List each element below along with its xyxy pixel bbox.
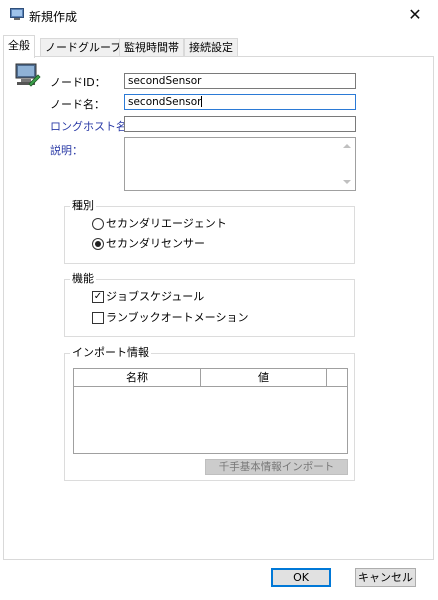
column-header-name[interactable]: 名称	[74, 369, 201, 387]
close-button[interactable]: ✕	[392, 0, 438, 30]
tab-node-group[interactable]: ノードグループ	[40, 38, 127, 57]
node-name-value: secondSensor	[128, 96, 202, 108]
column-header-value[interactable]: 値	[201, 369, 327, 387]
type-group: 種別 セカンダリエージェント セカンダリセンサー	[64, 199, 355, 264]
description-textarea[interactable]	[124, 137, 356, 191]
import-info-group-title: インポート情報	[70, 346, 151, 360]
column-header-filler	[327, 369, 347, 387]
type-group-title: 種別	[70, 199, 96, 213]
long-host-name-input[interactable]	[124, 116, 356, 132]
checkbox-label: ジョブスケジュール	[106, 290, 205, 303]
checkbox-checked[interactable]: ✓	[92, 291, 104, 303]
checkbox-label: ランブックオートメーション	[106, 311, 249, 324]
node-id-input[interactable]: secondSensor	[124, 73, 356, 89]
import-info-table[interactable]: 名称 値	[73, 368, 348, 454]
tab-connection-settings[interactable]: 接続設定	[184, 38, 238, 57]
radio-button[interactable]	[92, 218, 104, 230]
radio-label: セカンダリエージェント	[106, 217, 227, 230]
radio-button-selected[interactable]	[92, 238, 104, 250]
tab-monitoring-time[interactable]: 監視時間帯	[119, 38, 184, 57]
tab-general[interactable]: 全般	[3, 35, 35, 58]
text-caret	[201, 96, 203, 107]
window-title: 新規作成	[29, 10, 78, 24]
scroll-up-icon[interactable]	[343, 144, 351, 148]
node-name-input[interactable]: secondSensor	[124, 94, 356, 110]
description-scrollbar[interactable]	[340, 138, 355, 190]
function-group: 機能 ✓ ジョブスケジュール ランブックオートメーション	[64, 272, 355, 337]
description-label: 説明：	[50, 144, 83, 157]
function-group-title: 機能	[70, 272, 96, 286]
tab-bar: 全般 ノードグループ 監視時間帯 接続設定	[3, 35, 435, 58]
checkbox-unchecked[interactable]	[92, 312, 104, 324]
ok-button[interactable]: OK	[271, 568, 331, 587]
node-name-label: ノード名：	[50, 98, 105, 111]
app-icon	[10, 8, 24, 21]
computer-node-icon	[15, 63, 41, 87]
import-basic-info-button: 千手基本情報インポート	[205, 459, 348, 475]
cancel-button[interactable]: キャンセル	[355, 568, 416, 587]
title-bar: 新規作成 ✕	[0, 0, 438, 30]
scroll-down-icon[interactable]	[343, 180, 351, 184]
node-id-label: ノードID：	[50, 76, 106, 89]
radio-label: セカンダリセンサー	[106, 237, 205, 250]
import-info-group: インポート情報 名称 値 千手基本情報インポート	[64, 346, 355, 481]
